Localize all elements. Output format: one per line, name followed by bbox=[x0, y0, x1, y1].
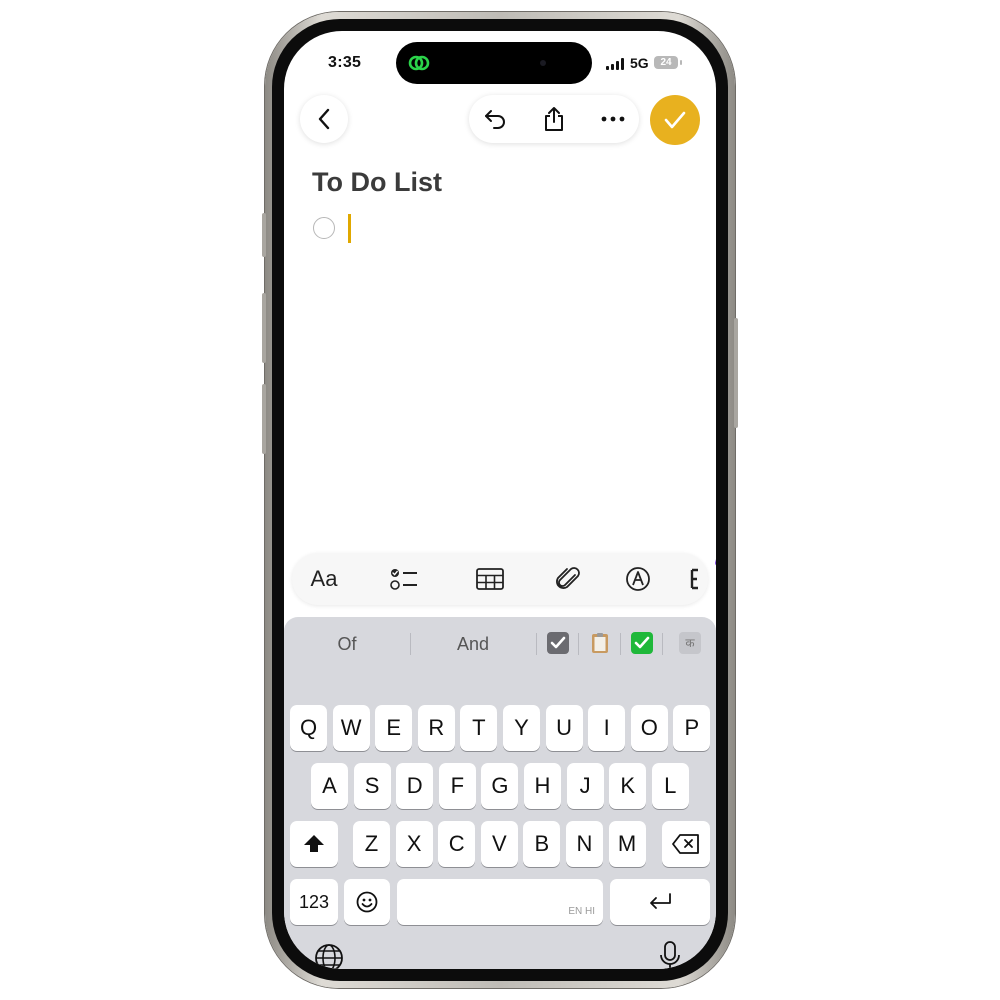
paperclip-icon bbox=[556, 567, 580, 589]
clipboard-icon bbox=[592, 633, 608, 653]
dynamic-island bbox=[396, 42, 592, 84]
key-a[interactable]: A bbox=[311, 763, 348, 809]
prediction-divider bbox=[536, 633, 537, 655]
key-c[interactable]: C bbox=[438, 821, 476, 867]
shift-key[interactable] bbox=[290, 821, 338, 867]
status-time: 3:35 bbox=[328, 54, 362, 71]
share-icon bbox=[545, 107, 563, 131]
pen-tip-icon bbox=[626, 567, 650, 591]
key-w[interactable]: W bbox=[332, 705, 370, 751]
globe-icon[interactable] bbox=[314, 943, 344, 969]
numbers-key[interactable]: 123 bbox=[290, 879, 338, 925]
key-p[interactable]: P bbox=[673, 705, 711, 751]
chevron-left-icon bbox=[318, 108, 330, 130]
key-e[interactable]: E bbox=[375, 705, 413, 751]
key-f[interactable]: F bbox=[438, 763, 476, 809]
hindi-ka-icon[interactable]: क bbox=[679, 632, 701, 654]
undo-icon bbox=[485, 110, 505, 129]
delete-key[interactable] bbox=[662, 821, 710, 867]
key-u[interactable]: U bbox=[545, 705, 583, 751]
key-n[interactable]: N bbox=[566, 821, 603, 867]
keyboard: Of And क QWERTYUIOP ASDFGHJKL ZXCVBN M 1… bbox=[284, 617, 716, 969]
prediction-1[interactable]: Of bbox=[314, 629, 380, 659]
key-i[interactable]: I bbox=[588, 705, 626, 751]
clipboard-emoji[interactable] bbox=[589, 632, 611, 654]
key-d[interactable]: D bbox=[396, 763, 434, 809]
check-box-icon bbox=[550, 636, 566, 649]
checklist-icon bbox=[390, 569, 417, 590]
key-m[interactable]: M bbox=[608, 821, 646, 867]
shift-icon bbox=[304, 835, 324, 852]
prediction-divider bbox=[410, 633, 411, 655]
space-key[interactable]: EN HI bbox=[397, 879, 603, 925]
checkmark-icon bbox=[664, 111, 686, 129]
key-r[interactable]: R bbox=[417, 705, 455, 751]
prediction-divider bbox=[578, 633, 579, 655]
prediction-divider bbox=[662, 633, 663, 655]
key-v[interactable]: V bbox=[480, 821, 518, 867]
power-button bbox=[734, 318, 738, 428]
action-button bbox=[262, 213, 266, 257]
green-check-icon bbox=[634, 636, 650, 649]
back-button[interactable] bbox=[300, 95, 348, 143]
live-activity-icon bbox=[408, 55, 430, 71]
key-s[interactable]: S bbox=[353, 763, 391, 809]
key-y[interactable]: Y bbox=[503, 705, 540, 751]
key-j[interactable]: J bbox=[566, 763, 604, 809]
undo-button[interactable] bbox=[471, 95, 519, 143]
share-button[interactable] bbox=[530, 95, 578, 143]
table-button[interactable] bbox=[468, 555, 512, 603]
microphone-icon[interactable] bbox=[659, 941, 681, 969]
note-title[interactable]: To Do List bbox=[312, 167, 442, 198]
key-x[interactable]: X bbox=[395, 821, 433, 867]
prediction-2[interactable]: And bbox=[440, 629, 506, 659]
key-q[interactable]: Q bbox=[290, 705, 327, 751]
key-z[interactable]: Z bbox=[353, 821, 390, 867]
ellipsis-icon bbox=[601, 116, 625, 122]
smiley-icon bbox=[356, 891, 378, 913]
key-b[interactable]: B bbox=[523, 821, 561, 867]
key-g[interactable]: G bbox=[481, 763, 519, 809]
return-key[interactable] bbox=[610, 879, 710, 925]
note-actions-pill bbox=[469, 95, 639, 143]
key-h[interactable]: H bbox=[524, 763, 561, 809]
table-icon bbox=[476, 568, 504, 590]
more-button[interactable] bbox=[589, 95, 637, 143]
volume-up-button bbox=[262, 293, 266, 363]
text-cursor bbox=[348, 214, 351, 243]
checklist-button[interactable] bbox=[382, 555, 426, 603]
screen: 3:35 5G 24 To Do List Aa Of And क Q W E … bbox=[284, 31, 716, 969]
markup-button[interactable] bbox=[616, 555, 660, 603]
formatting-toolbar: Aa bbox=[292, 553, 708, 605]
key-k[interactable]: K bbox=[609, 763, 647, 809]
checklist-circle-icon[interactable] bbox=[313, 217, 335, 239]
return-icon bbox=[650, 893, 671, 909]
check-box-emoji[interactable] bbox=[547, 632, 569, 654]
check-mark-button-emoji[interactable] bbox=[631, 632, 653, 654]
battery-tip bbox=[680, 60, 682, 65]
island-camera bbox=[540, 60, 546, 66]
key-l[interactable]: L bbox=[651, 763, 689, 809]
battery-icon: 24 bbox=[654, 56, 678, 69]
volume-down-button bbox=[262, 384, 266, 454]
overflow-icon bbox=[690, 568, 698, 590]
delete-icon bbox=[672, 834, 699, 854]
attachment-button[interactable] bbox=[546, 555, 590, 603]
prediction-divider bbox=[620, 633, 621, 655]
key-t[interactable]: T bbox=[460, 705, 498, 751]
key-o[interactable]: O bbox=[630, 705, 668, 751]
emoji-key[interactable] bbox=[344, 879, 390, 925]
network-type: 5G bbox=[630, 55, 649, 71]
signal-icon bbox=[606, 58, 624, 70]
text-style-button[interactable]: Aa bbox=[306, 555, 342, 603]
done-button[interactable] bbox=[650, 95, 700, 145]
more-tools-icon[interactable] bbox=[690, 555, 708, 603]
